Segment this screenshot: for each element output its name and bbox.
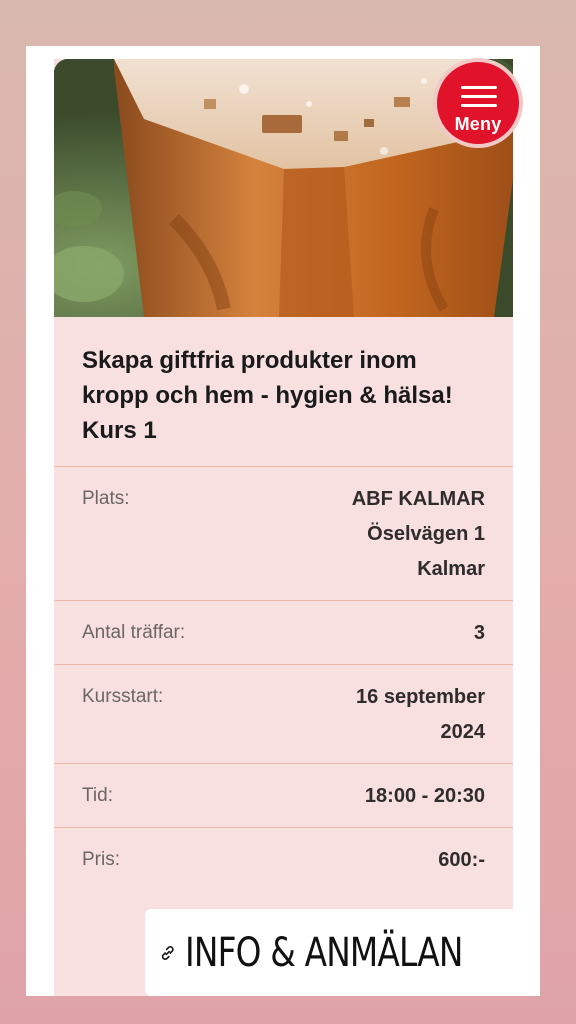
start-year: 2024: [440, 721, 486, 743]
price: 600:-: [438, 849, 485, 871]
info-signup-label: INFO & ANMÄLAN: [184, 929, 463, 976]
venue-name: ABF KALMAR: [351, 488, 485, 510]
course-title: Skapa giftfria produkter inom kropp och …: [54, 317, 513, 467]
detail-row-pris: Pris: 600:-: [54, 828, 513, 908]
detail-row-antal-traffar: Antal träffar: 3: [54, 601, 513, 665]
detail-row-kursstart: Kursstart: 16 september 2024: [54, 665, 513, 764]
venue-street: Öselvägen 1: [367, 523, 485, 545]
detail-row-tid: Tid: 18:00 - 20:30: [54, 764, 513, 828]
detail-row-plats: Plats: ABF KALMAR Öselvägen 1 Kalmar: [54, 467, 513, 601]
detail-value: 600:-: [438, 843, 485, 908]
detail-value: ABF KALMAR Öselvägen 1 Kalmar: [352, 482, 485, 600]
time-range: 18:00 - 20:30: [364, 785, 485, 807]
menu-button[interactable]: Meny: [433, 58, 523, 148]
detail-label: Pris:: [82, 849, 120, 870]
detail-label: Tid:: [82, 785, 113, 806]
detail-value: 3: [474, 616, 485, 664]
course-card: Skapa giftfria produkter inom kropp och …: [54, 59, 513, 996]
detail-label: Plats:: [82, 488, 130, 509]
session-count: 3: [473, 622, 485, 644]
hamburger-icon: [461, 86, 497, 107]
info-signup-link[interactable]: INFO & ANMÄLAN: [145, 909, 523, 996]
link-icon: [161, 945, 174, 960]
detail-label: Antal träffar:: [82, 622, 186, 643]
start-date: 16 september: [356, 686, 485, 708]
detail-value: 16 september 2024: [356, 680, 485, 763]
menu-label: Meny: [454, 114, 502, 134]
detail-label: Kursstart:: [82, 686, 164, 707]
detail-value: 18:00 - 20:30: [365, 779, 485, 827]
venue-city: Kalmar: [417, 558, 485, 580]
